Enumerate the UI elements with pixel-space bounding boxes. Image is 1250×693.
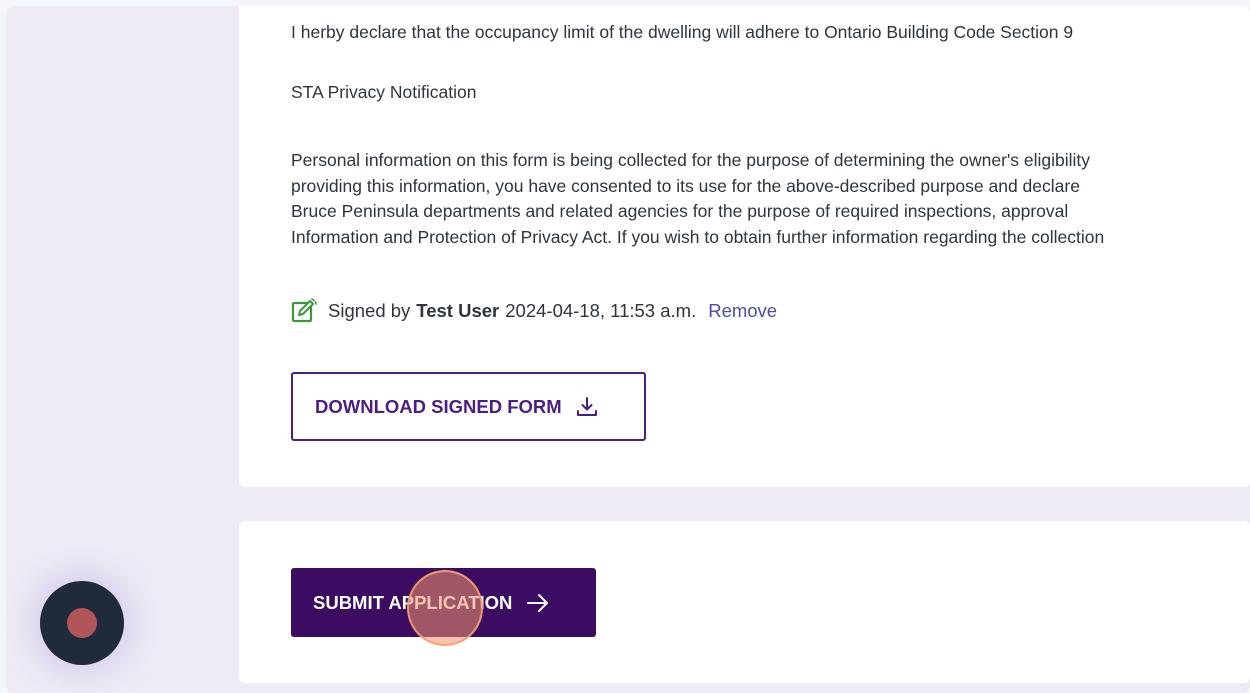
arrow-right-icon (527, 593, 549, 612)
signer-name: Test User (416, 300, 500, 321)
download-icon (576, 396, 597, 416)
submit-application-button[interactable]: SUBMIT APPLICATION (291, 568, 596, 637)
page-background: I herby declare that the occupancy limit… (6, 6, 1250, 693)
remove-signature-link[interactable]: Remove (708, 300, 777, 322)
download-signed-form-button[interactable]: DOWNLOAD SIGNED FORM (291, 372, 646, 441)
signed-by-label: Signed by (328, 300, 411, 321)
signature-edit-icon (291, 298, 317, 323)
privacy-line: providing this information, you have con… (291, 175, 1080, 196)
signature-datetime: 2024-04-18, 11:53 a.m. (505, 300, 697, 321)
privacy-line: Bruce Peninsula departments and related … (291, 201, 1069, 221)
submit-card: SUBMIT APPLICATION (239, 521, 1250, 683)
privacy-heading: STA Privacy Notification (291, 82, 477, 102)
privacy-line: Personal information on this form is bei… (291, 150, 1091, 170)
declaration-text: I herby declare that the occupancy limit… (291, 22, 1074, 42)
signature-row: Signed by Test User 2024-04-18, 11:53 a.… (291, 298, 777, 324)
privacy-line: Information and Protection of Privacy Ac… (291, 226, 1105, 247)
record-button[interactable] (40, 581, 124, 665)
record-dot-icon (67, 608, 97, 638)
download-button-label: DOWNLOAD SIGNED FORM (315, 395, 562, 417)
privacy-paragraph: Personal information on this form is bei… (291, 148, 1250, 250)
declaration-card: I herby declare that the occupancy limit… (239, 6, 1250, 487)
submit-button-label: SUBMIT APPLICATION (313, 591, 513, 613)
